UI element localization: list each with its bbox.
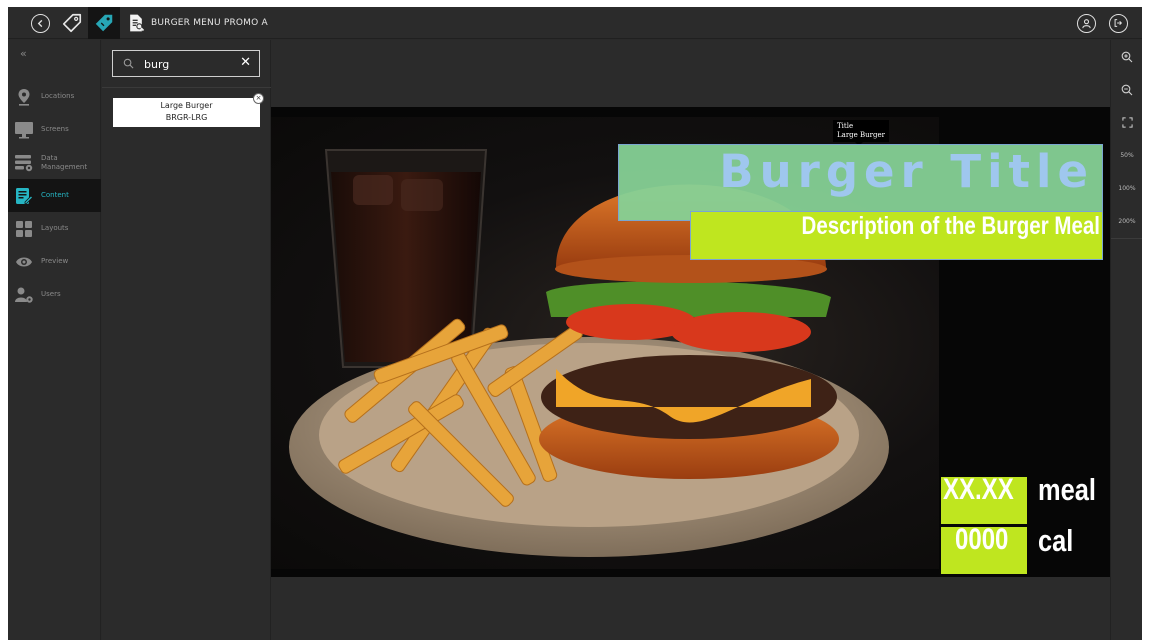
- tooltip-field: Title: [837, 122, 854, 130]
- collapse-sidebar-button[interactable]: «: [20, 47, 27, 60]
- layout-canvas[interactable]: Title Large Burger Burger Title Descript…: [271, 107, 1110, 577]
- sidebar-item-label: Data Management: [41, 153, 88, 171]
- sidebar-item-data-management[interactable]: Data Management: [8, 146, 101, 179]
- search-result-item[interactable]: Large Burger BRGR-LRG ×: [113, 93, 264, 127]
- location-pin-icon: [14, 87, 34, 107]
- price-unit: meal: [1038, 472, 1096, 507]
- result-code: BRGR-LRG: [165, 113, 208, 122]
- document-search-button[interactable]: [120, 7, 152, 39]
- tag-active-button[interactable]: [88, 7, 120, 39]
- tag-icon: [62, 13, 82, 33]
- logout-icon: [1108, 13, 1128, 33]
- sidebar-item-label: Layouts: [41, 224, 69, 232]
- user-icon: [1076, 13, 1096, 33]
- monitor-icon: [14, 120, 34, 140]
- tooltip-value: Large Burger: [837, 131, 885, 139]
- clear-search-button[interactable]: ✕: [240, 55, 251, 70]
- calorie-value[interactable]: 0000: [955, 523, 1008, 557]
- zoom-in-icon: [1121, 51, 1133, 62]
- sidebar-item-locations[interactable]: Locations: [8, 80, 101, 113]
- database-gear-icon: [14, 153, 34, 173]
- divider: [1111, 238, 1142, 239]
- tag-button[interactable]: [56, 7, 88, 39]
- burger-title: Burger Title: [719, 145, 1094, 198]
- zoom-out-button[interactable]: [1111, 73, 1142, 106]
- sidebar-item-label: Locations: [41, 92, 75, 100]
- divider: [102, 87, 271, 88]
- logout-button[interactable]: [1102, 7, 1134, 39]
- sidebar-item-content[interactable]: Content: [8, 179, 101, 212]
- price-value[interactable]: XX.XX: [943, 473, 1014, 507]
- zoom-out-icon: [1121, 84, 1133, 95]
- fit-screen-button[interactable]: [1111, 106, 1142, 139]
- sidebar-item-label: Preview: [41, 257, 69, 265]
- zoom-toolbar: 50% 100% 200%: [1110, 40, 1142, 640]
- remove-result-button[interactable]: ×: [253, 93, 264, 104]
- burger-description: Description of the Burger Meal: [801, 212, 1100, 240]
- zoom-100-button[interactable]: 100%: [1111, 172, 1142, 205]
- sidebar-item-users[interactable]: Users: [8, 278, 101, 311]
- app-window: BURGER MENU PROMO A « Locations Screens: [8, 7, 1142, 640]
- zoom-200-button[interactable]: 200%: [1111, 205, 1142, 238]
- tag-active-icon: [95, 14, 113, 32]
- zoom-50-button[interactable]: 50%: [1111, 139, 1142, 172]
- search-icon: [123, 58, 134, 69]
- field-tooltip: Title Large Burger: [833, 120, 889, 146]
- sidebar: « Locations Screens Data Management Cont…: [8, 40, 101, 640]
- document-title: BURGER MENU PROMO A: [151, 18, 268, 28]
- document-search-icon: [130, 14, 145, 32]
- back-button[interactable]: [24, 7, 56, 39]
- canvas-area: Title Large Burger Burger Title Descript…: [271, 40, 1110, 640]
- sidebar-item-label: Screens: [41, 125, 69, 133]
- fit-screen-icon: [1121, 117, 1133, 128]
- sidebar-item-screens[interactable]: Screens: [8, 113, 101, 146]
- layouts-icon: [14, 219, 34, 239]
- search-input[interactable]: [144, 55, 234, 73]
- sidebar-item-preview[interactable]: Preview: [8, 245, 101, 278]
- content-edit-icon: [14, 186, 34, 206]
- calorie-unit: cal: [1038, 523, 1074, 558]
- top-bar: BURGER MENU PROMO A: [8, 7, 1142, 39]
- sidebar-item-label: Users: [41, 290, 61, 298]
- eye-icon: [14, 252, 34, 272]
- result-name: Large Burger: [160, 101, 213, 110]
- back-icon: [30, 13, 50, 33]
- description-zone[interactable]: Description of the Burger Meal: [690, 211, 1103, 260]
- search-panel: ✕ Large Burger BRGR-LRG ×: [102, 40, 271, 640]
- zoom-in-button[interactable]: [1111, 40, 1142, 73]
- search-box: ✕: [112, 50, 260, 77]
- title-zone[interactable]: Burger Title: [618, 144, 1103, 221]
- user-button[interactable]: [1070, 7, 1102, 39]
- sidebar-item-layouts[interactable]: Layouts: [8, 212, 101, 245]
- users-gear-icon: [14, 285, 34, 305]
- sidebar-item-label: Content: [41, 191, 69, 199]
